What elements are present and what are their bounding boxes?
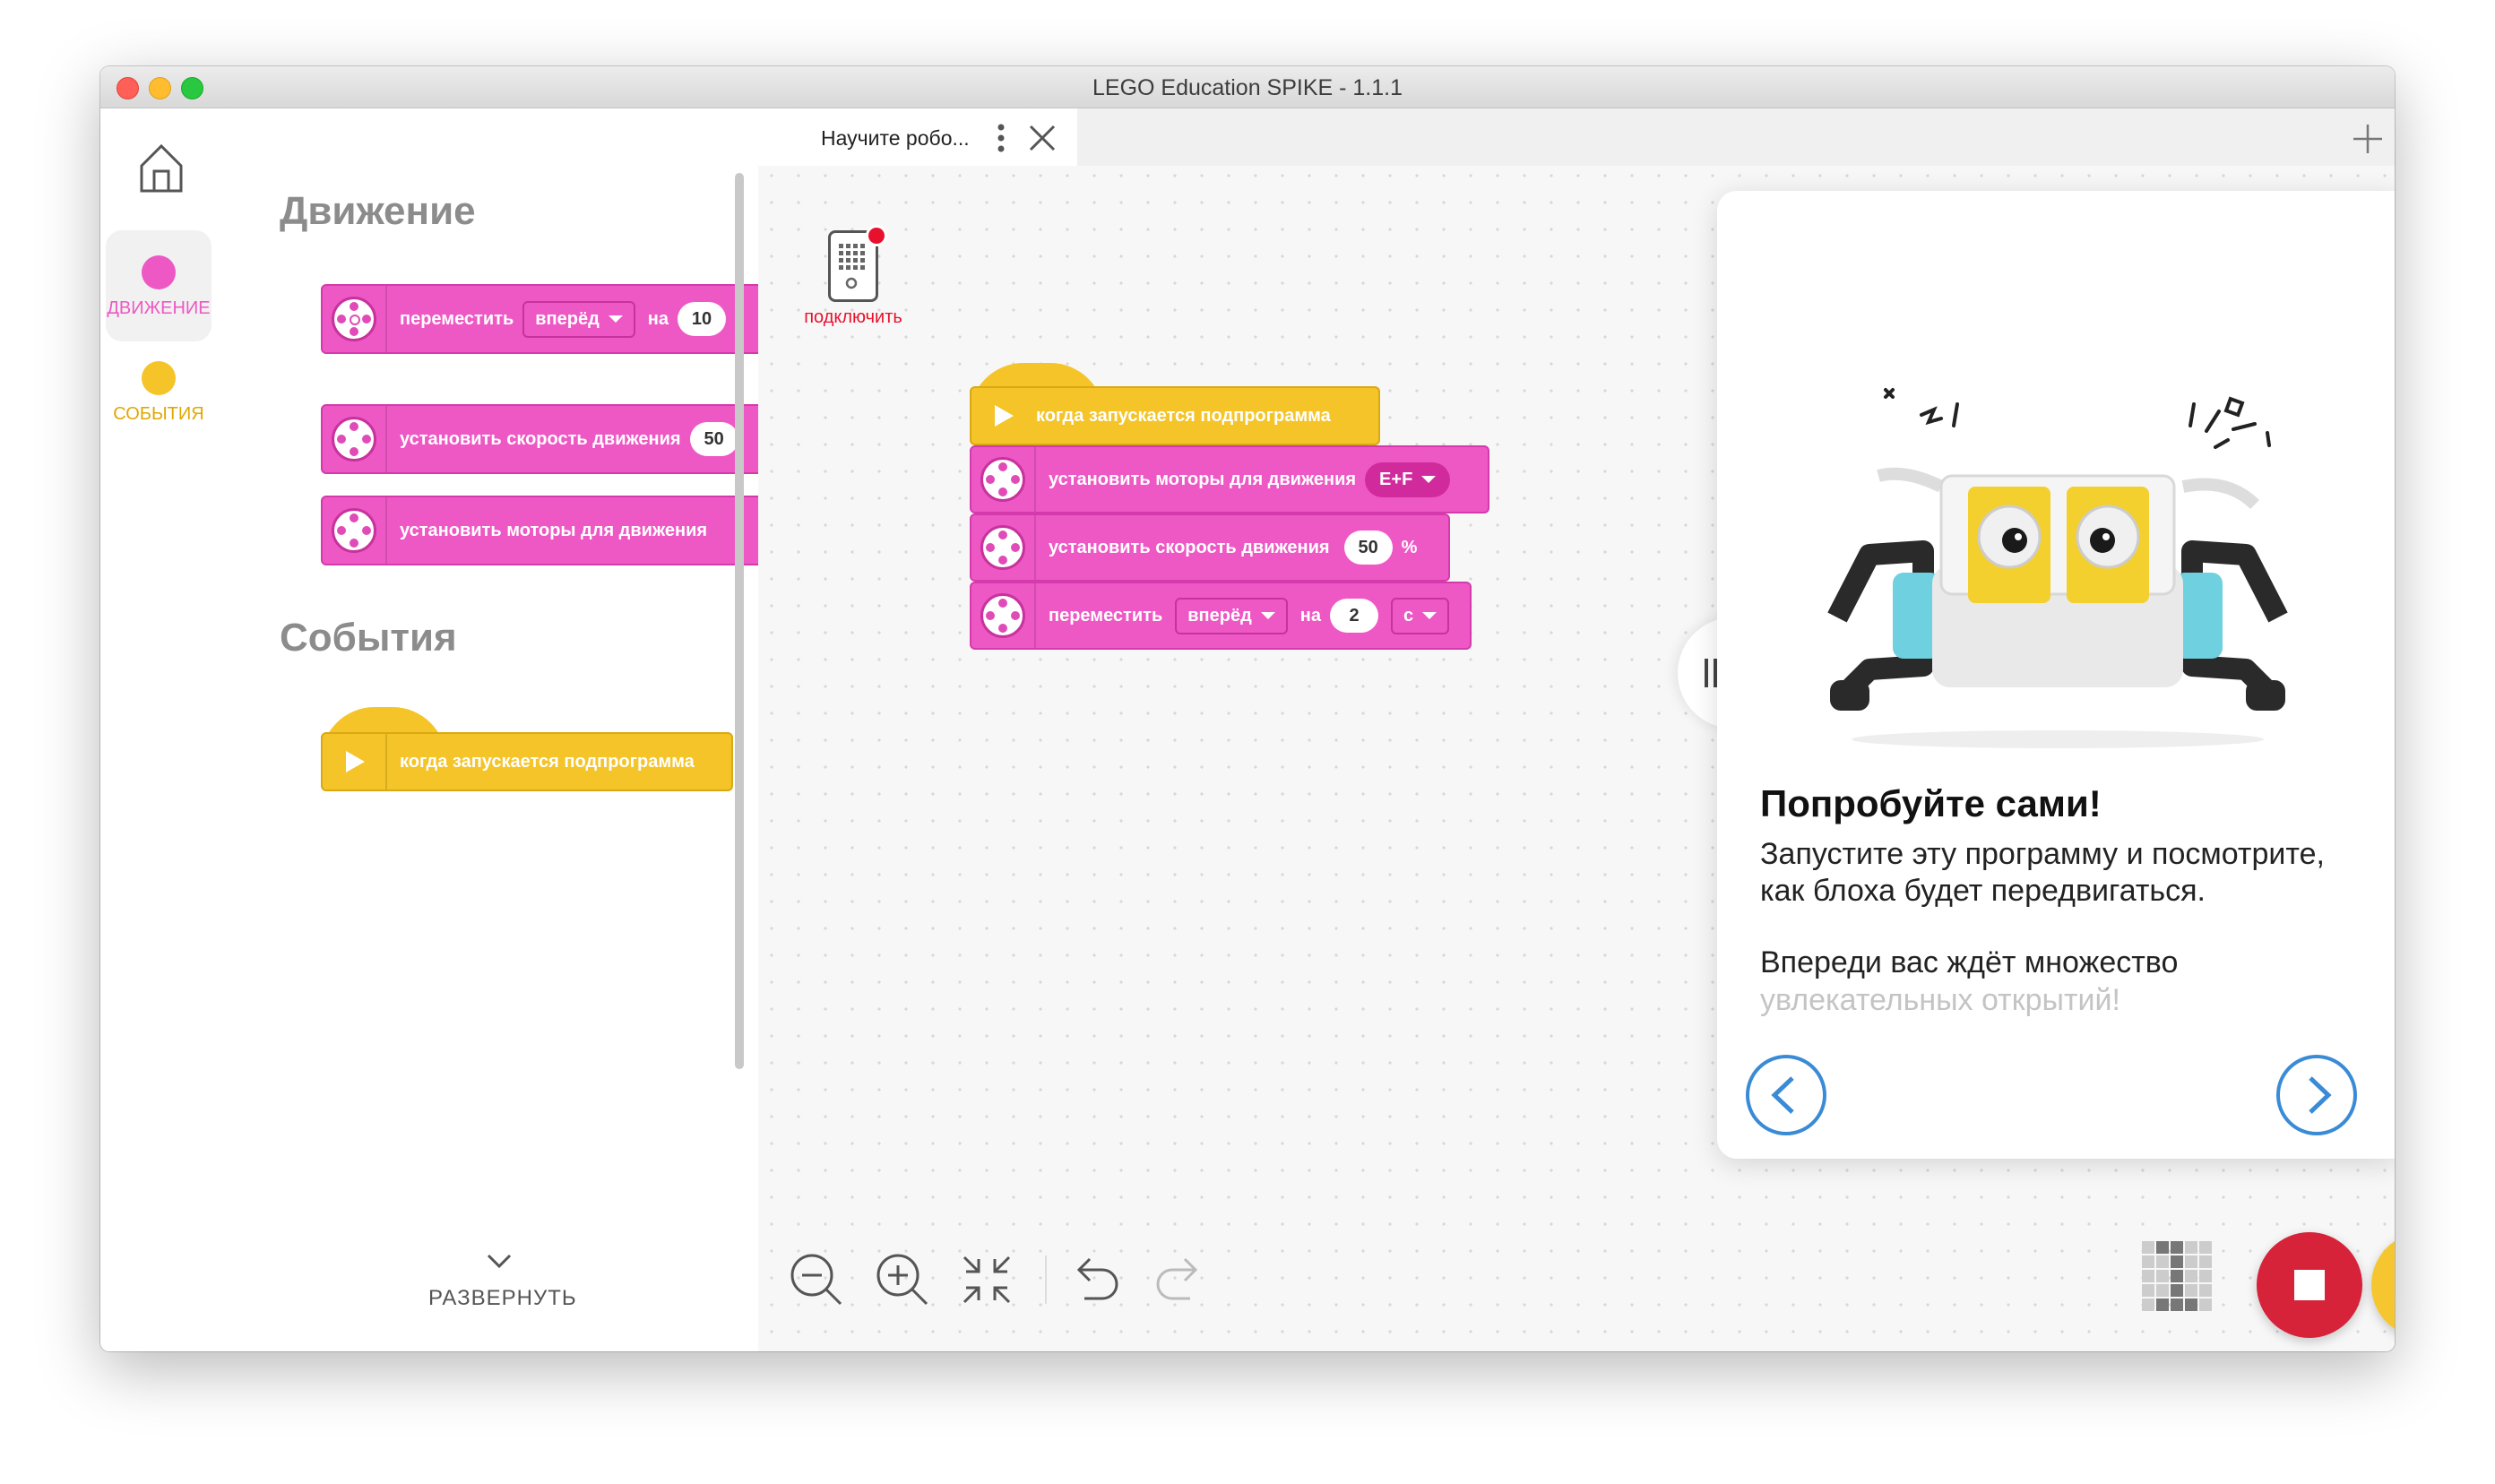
direction-dropdown[interactable]: вперёд — [522, 300, 635, 338]
category-movement[interactable]: ДВИЖЕНИЕ — [106, 230, 212, 341]
speed-value-input[interactable]: 50 — [1343, 531, 1393, 565]
play-icon — [971, 388, 1034, 444]
block-palette: Движение переместить вперёд на 10 устано… — [217, 108, 760, 1351]
chevron-down-icon — [1422, 612, 1437, 619]
add-tab-icon[interactable] — [2352, 123, 2384, 160]
chevron-left-icon — [1771, 1076, 1794, 1114]
category-rail: ДВИЖЕНИЕ СОБЫТИЯ — [100, 108, 217, 1351]
zoom-out-icon[interactable] — [789, 1252, 844, 1312]
program-stack[interactable]: когда запускается подпрограмма установит… — [970, 363, 1507, 659]
chevron-down-icon — [1421, 476, 1437, 483]
previous-step-button[interactable] — [1746, 1055, 1826, 1135]
home-icon[interactable] — [136, 141, 186, 194]
motor-icon — [971, 583, 1036, 648]
movement-section-title: Движение — [280, 189, 476, 233]
motor-icon — [971, 447, 1036, 512]
zoom-in-icon[interactable] — [875, 1252, 930, 1312]
disconnected-indicator — [866, 225, 887, 246]
grip-icon — [1705, 659, 1708, 687]
palette-block-set-speed[interactable]: установить скорость движения 50 — [321, 404, 758, 474]
ports-value: E+F — [1379, 469, 1413, 489]
block-move[interactable]: переместить вперёд на 2 с — [970, 582, 1472, 650]
toolbar-divider — [1045, 1255, 1047, 1304]
hat-label: когда запускается подпрограмма — [1036, 405, 1331, 426]
robot-flea-illustration — [1807, 325, 2309, 755]
connect-label: подключить — [804, 307, 902, 327]
block-set-speed-label: установить скорость движения — [400, 428, 681, 449]
speed-input[interactable]: 50 — [689, 422, 738, 456]
block-move-label: переместить — [400, 308, 514, 329]
program-tab[interactable]: Научите робо... — [758, 108, 1077, 166]
hub-display-icon[interactable] — [2140, 1239, 2215, 1319]
close-tab-icon[interactable] — [1027, 123, 1058, 158]
block-set-motors-label: установить моторы для движения — [400, 520, 708, 540]
play-icon — [323, 734, 387, 789]
category-movement-label: ДВИЖЕНИЕ — [107, 298, 211, 318]
category-events-label: СОБЫТИЯ — [113, 404, 204, 424]
tutorial-heading: Попробуйте сами! — [1760, 782, 2102, 824]
hat-block-when-program-starts[interactable]: когда запускается подпрограмма — [970, 363, 1382, 449]
chevron-down-icon — [1260, 612, 1275, 619]
set-motors-label: установить моторы для движения — [1049, 469, 1357, 489]
on-label: на — [647, 308, 669, 329]
zoom-reset-icon[interactable] — [961, 1254, 1013, 1310]
motor-icon — [323, 406, 387, 472]
palette-block-when-program-starts[interactable]: когда запускается подпрограмма — [321, 707, 733, 806]
move-value-input[interactable]: 2 — [1330, 599, 1378, 633]
window-title: LEGO Education SPIKE - 1.1.1 — [1092, 75, 1403, 100]
chevron-down-icon[interactable] — [486, 1252, 513, 1270]
app-window: LEGO Education SPIKE - 1.1.1 ДВИЖЕНИЕ СО… — [100, 66, 2395, 1351]
palette-block-set-motors[interactable]: установить моторы для движения — [321, 496, 758, 565]
tab-menu-icon[interactable] — [997, 123, 1006, 158]
run-button[interactable] — [2371, 1232, 2395, 1338]
motor-icon — [323, 286, 387, 352]
motor-icon — [323, 497, 387, 564]
next-step-button[interactable] — [2276, 1055, 2357, 1135]
stop-button[interactable] — [2257, 1232, 2362, 1338]
direction-value: вперёд — [535, 308, 600, 329]
tutorial-paragraph-2-line-1: Впереди вас ждёт множество — [1760, 945, 2179, 979]
stop-icon — [2294, 1270, 2325, 1300]
movement-dot-icon — [142, 255, 176, 289]
tutorial-paragraph-2-line-2: увлекательных открытий! — [1760, 983, 2120, 1017]
move-unit-dropdown[interactable]: с — [1391, 597, 1450, 634]
expand-button[interactable]: РАЗВЕРНУТЬ — [428, 1286, 577, 1311]
set-speed-label: установить скорость движения — [1049, 537, 1330, 557]
move-on-label: на — [1299, 605, 1321, 626]
block-set-motors[interactable]: установить моторы для движения E+F — [970, 445, 1489, 513]
title-bar: LEGO Education SPIKE - 1.1.1 — [100, 66, 2395, 108]
speed-unit: % — [1401, 537, 1418, 557]
redo-icon[interactable] — [1153, 1255, 1206, 1310]
category-events[interactable]: СОБЫТИЯ — [106, 343, 212, 454]
chevron-right-icon — [2309, 1076, 2332, 1114]
palette-scrollbar[interactable] — [735, 173, 744, 1069]
move-direction-value: вперёд — [1187, 605, 1252, 626]
tab-bar: Научите робо... — [758, 108, 2395, 166]
ports-dropdown[interactable]: E+F — [1365, 462, 1451, 497]
undo-icon[interactable] — [1068, 1255, 1122, 1310]
events-section-title: События — [280, 616, 457, 660]
palette-block-move[interactable]: переместить вперёд на 10 — [321, 284, 758, 354]
distance-input[interactable]: 10 — [678, 302, 726, 336]
tutorial-paragraph-1: Запустите эту программу и посмотрите, ка… — [1760, 837, 2325, 908]
move-label: переместить — [1049, 605, 1163, 626]
tutorial-panel: Попробуйте сами! Запустите эту программу… — [1717, 191, 2395, 1159]
events-dot-icon — [142, 361, 176, 395]
move-unit-value: с — [1403, 605, 1414, 626]
motor-icon — [971, 515, 1036, 580]
block-when-starts-label: когда запускается подпрограмма — [400, 751, 695, 772]
tab-title: Научите робо... — [821, 126, 970, 150]
chevron-down-icon — [608, 315, 623, 323]
move-direction-dropdown[interactable]: вперёд — [1175, 597, 1288, 634]
block-set-speed[interactable]: установить скорость движения 50 % — [970, 513, 1450, 582]
hub-connect-button[interactable]: подключить — [790, 221, 916, 347]
